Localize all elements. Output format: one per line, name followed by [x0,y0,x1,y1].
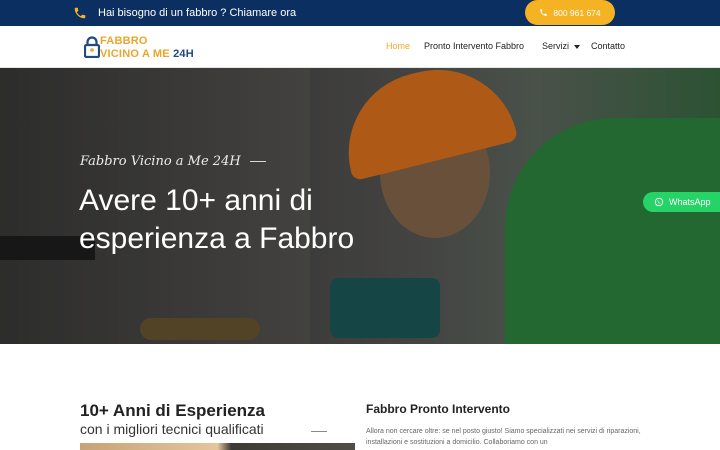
nav-item-pronto-intervento[interactable]: Pronto Intervento Fabbro [424,41,524,51]
nav-item-contatto[interactable]: Contatto [591,41,625,51]
nav-item-servizi[interactable]: Servizi [542,41,581,51]
pronto-intervento-title: Fabbro Pronto Intervento [366,402,510,416]
pronto-intervento-text: Allora non cercare oltre: se nel posto g… [366,428,641,446]
phone-icon [540,9,548,16]
call-button[interactable]: 800 961 674 [525,0,615,25]
site-logo[interactable]: FABBRO VICINO A ME 24H [84,34,214,62]
experience-divider [311,431,327,432]
caret-down-icon [574,44,581,49]
hero-headline-line-1: Avere 10+ anni di [79,184,313,217]
tagline-divider [250,161,266,162]
top-bar-text: Hai bisogno di un fabbro ? Chiamare ora [98,7,297,19]
whatsapp-icon [654,197,664,207]
whatsapp-label: WhatsApp [669,197,711,207]
padlock-icon [84,36,100,58]
site-header: FABBRO VICINO A ME 24H Home Pronto Inter… [0,26,720,68]
nav-item-servizi-label: Servizi [542,41,570,51]
nav-item-home[interactable]: Home [386,41,410,51]
logo-line-2-text: VICINO A ME [100,48,170,60]
experience-subtitle: con i migliori tecnici qualificati [80,421,264,437]
phone-icon [74,7,86,19]
hero-tagline: Fabbro Vicino a Me 24H [80,154,241,169]
call-button-label: 800 961 674 [553,7,601,18]
hero-banner: Fabbro Vicino a Me 24H Avere 10+ anni di… [0,68,720,344]
top-bar: Hai bisogno di un fabbro ? Chiamare ora … [0,0,720,26]
hero-headline-line-2: esperienza a Fabbro [79,222,355,255]
logo-line-2: VICINO A ME 24H [100,48,194,60]
whatsapp-button[interactable]: WhatsApp [643,192,720,212]
experience-image [80,443,355,450]
logo-suffix: 24H [173,48,194,60]
experience-title: 10+ Anni di Esperienza [80,401,266,420]
hero-headline: Avere 10+ anni di esperienza a Fabbro [79,182,479,258]
logo-line-1: FABBRO [100,35,148,47]
